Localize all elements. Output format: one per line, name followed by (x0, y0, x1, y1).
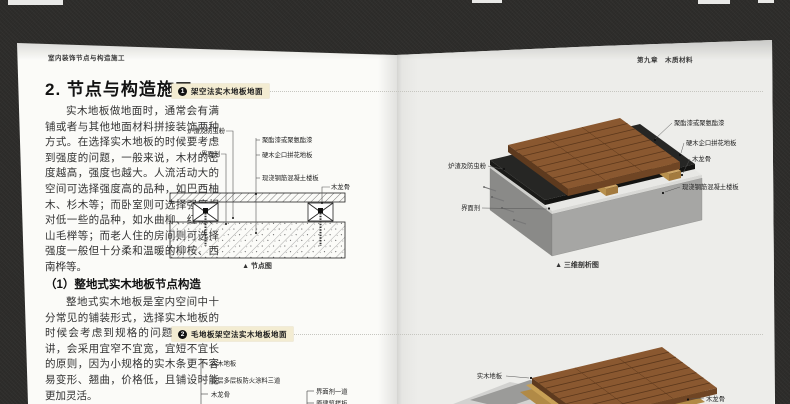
tree-item-plywood: 双层多层板防火涂料三道 (211, 376, 281, 385)
iso1-label-joist: 木龙骨 (692, 154, 711, 163)
tree-item-joist: 木龙骨 (211, 390, 230, 399)
iso1-label-hardwood: 硬木企口拼花地板 (686, 138, 737, 147)
node-label-paint: 聚酯漆或聚氨酯漆 (262, 135, 313, 144)
background-page-sliver (698, 0, 730, 4)
node-label-concrete: 现浇钢筋混凝土楼板 (262, 173, 319, 182)
node-label-hardwood: 硬木企口拼花地板 (262, 150, 313, 159)
section1-badge-title: 架空法实木地板地面 (191, 86, 263, 97)
section2-badge: 2 毛地板架空法实木地板地面 (172, 327, 293, 341)
background-page-sliver (8, 0, 63, 5)
iso1-label-concrete: 现浇钢筋混凝土楼板 (682, 182, 739, 191)
iso1-label-paint: 聚酯漆或聚氨酯漆 (674, 118, 725, 127)
section2-number-icon: 2 (178, 330, 187, 339)
iso1-label-slag: 炉渣及防虫粉 (448, 161, 486, 170)
node-label-slag: 炉渣及防虫粉 (187, 126, 225, 135)
iso2-label-floor: 实木地板 (477, 371, 503, 380)
wood-floor-panel-2 (532, 347, 717, 404)
background-page-sliver (758, 0, 774, 3)
node-diagram: 炉渣及防虫粉 界面剂 聚酯漆或聚氨酯漆 硬木企口拼花地板 现浇钢筋混凝土楼板 木… (165, 100, 350, 272)
layer-tree-diagram: 实木地板 双层多层板防火涂料三道 木龙骨 界面剂一道 原建筑楼板 (195, 355, 365, 404)
subheading: （1）整地式实木地板节点构造 (45, 276, 201, 292)
tree-item-floor: 实木地板 (211, 359, 237, 368)
book-photo: 室内装饰节点与构造施工 第九章 木质材料 2. 节点与构造施工 实木地板做地面时… (0, 0, 790, 404)
node-diagram-caption: ▲ 节点图 (242, 261, 272, 270)
book-spread: 室内装饰节点与构造施工 第九章 木质材料 2. 节点与构造施工 实木地板做地面时… (0, 0, 790, 404)
section2-badge-title: 毛地板架空法实木地板地面 (191, 329, 287, 340)
iso1-caption: ▲ 三维剖析图 (555, 260, 599, 269)
spine-shadow (378, 0, 418, 404)
tree-item-interface: 界面剂一道 (316, 387, 348, 396)
paragraph-2: 整地式实木地板是室内空间中十分常见的铺装形式，选择实木地板的时候会考虑到规格的问… (45, 295, 219, 404)
tree-item-slab: 原建筑楼板 (316, 399, 348, 404)
node-label-interface: 界面剂 (201, 149, 220, 158)
iso-diagram-1: 聚酯漆或聚氨酯漆 硬木企口拼花地板 木龙骨 现浇钢筋混凝土楼板 炉渣及防虫粉 界… (430, 95, 778, 275)
section1-badge: 1 架空法实木地板地面 (172, 84, 269, 98)
section1-number-icon: 1 (178, 87, 187, 96)
page-title: 2. 节点与构造施工 (45, 75, 193, 100)
background-page-sliver (472, 0, 502, 3)
node-section-drawing (170, 193, 345, 258)
iso-diagram-2: 实木地板 木龙骨 (440, 340, 788, 404)
iso2-label-joist: 木龙骨 (706, 394, 725, 403)
running-header-left: 室内装饰节点与构造施工 (48, 52, 125, 62)
node-label-joist: 木龙骨 (331, 182, 350, 191)
iso1-label-interface: 界面剂 (461, 203, 480, 212)
running-header-right: 第九章 木质材料 (637, 54, 693, 64)
